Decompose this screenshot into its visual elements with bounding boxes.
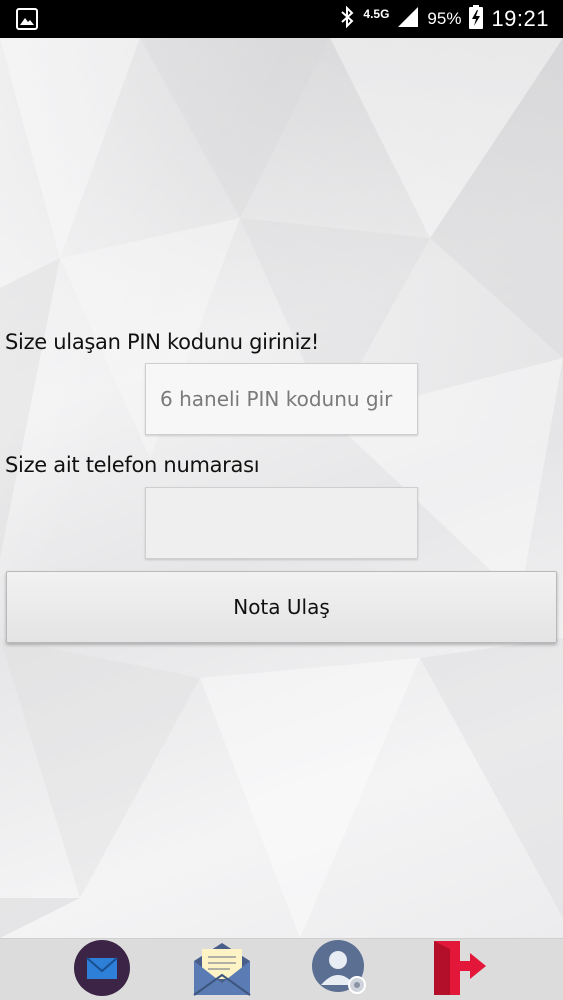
bottom-nav xyxy=(0,938,563,1000)
mail-icon xyxy=(73,939,131,1000)
submit-button[interactable]: Nota Ulaş xyxy=(6,571,557,643)
letter-button[interactable] xyxy=(192,939,252,1000)
status-bar: 4.5G 95% 19:21 xyxy=(0,0,563,38)
pin-label: Size ulaşan PIN kodunu giriniz! xyxy=(5,330,319,354)
profile-button[interactable] xyxy=(310,939,370,1000)
gallery-icon xyxy=(16,8,38,30)
clock: 19:21 xyxy=(491,6,549,31)
battery-charging-icon xyxy=(469,5,484,33)
pin-input[interactable] xyxy=(145,363,418,435)
logout-button[interactable] xyxy=(428,939,488,1000)
bluetooth-icon xyxy=(339,5,355,32)
open-letter-icon xyxy=(192,939,252,1000)
battery-percent: 95% xyxy=(427,9,462,28)
signal-icon xyxy=(397,6,419,32)
user-settings-icon xyxy=(311,939,369,1000)
phone-input[interactable] xyxy=(145,487,418,559)
phone-label: Size ait telefon numarası xyxy=(5,453,260,477)
network-type: 4.5G xyxy=(363,7,390,21)
mail-button[interactable] xyxy=(72,939,132,1000)
logout-icon xyxy=(428,939,488,1000)
